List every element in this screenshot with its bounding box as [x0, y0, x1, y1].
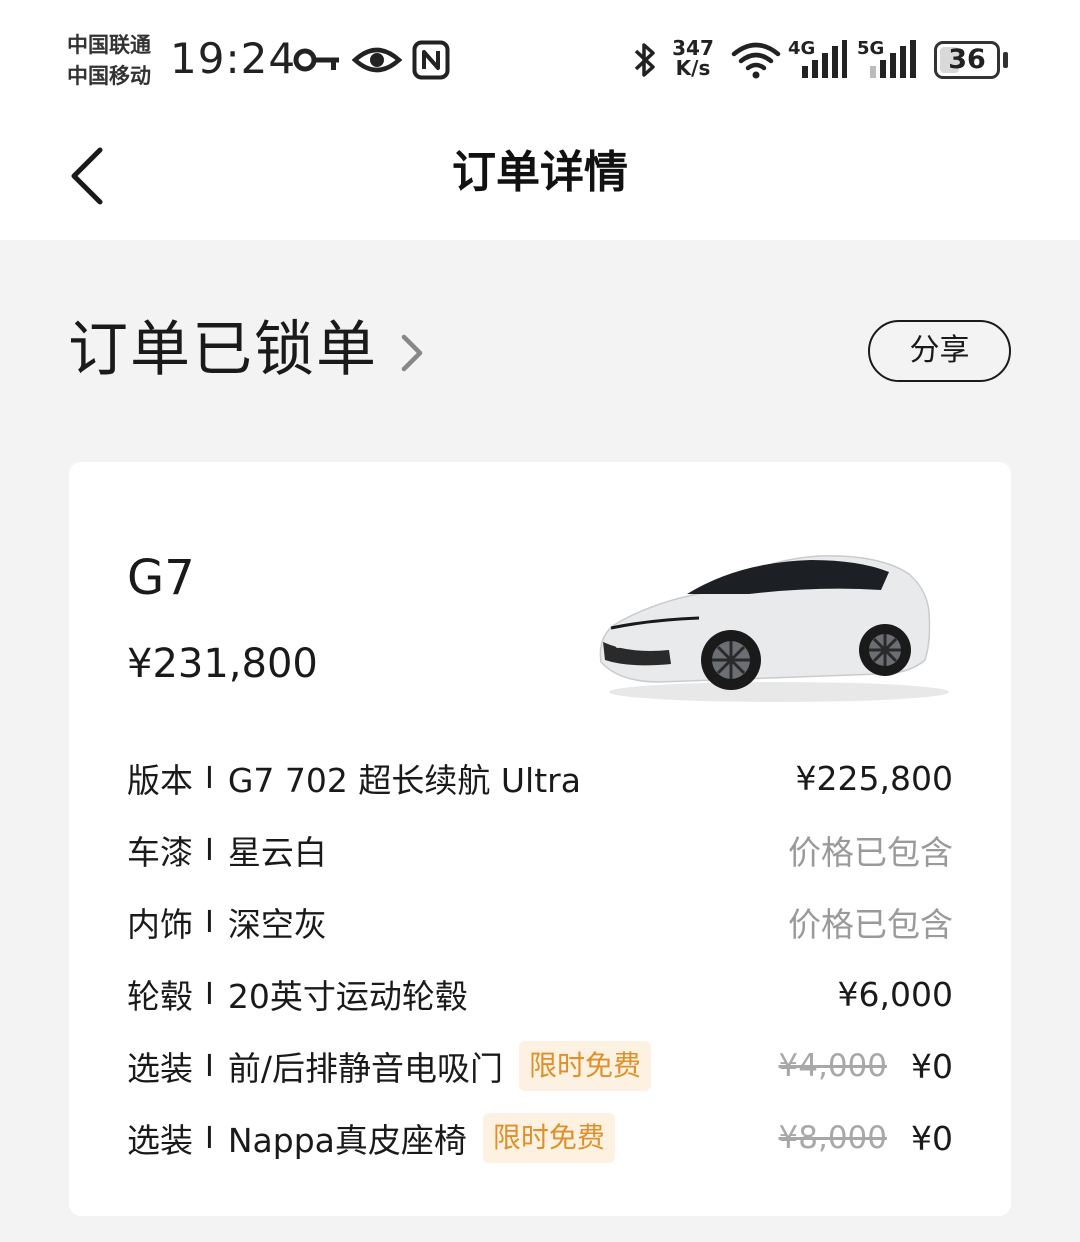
spec-price-group: 价格已包含 — [788, 898, 953, 946]
spec-category: 内饰 — [127, 905, 193, 944]
net-speed: 347 K/s — [670, 38, 716, 78]
back-button[interactable] — [60, 140, 120, 210]
spec-value: 20英寸运动轮毂 — [227, 977, 468, 1016]
wifi-icon — [731, 42, 781, 79]
eye-icon — [352, 47, 402, 73]
spec-row: 选装 I 前/后排静音电吸门 限时免费 ¥4,000 ¥0 — [127, 1036, 953, 1096]
spec-separator: I — [205, 976, 214, 1012]
spec-price: ¥6,000 — [837, 974, 953, 1014]
back-arrow-icon — [71, 147, 103, 205]
spec-row: 选装 I Nappa真皮座椅 限时免费 ¥8,000 ¥0 — [127, 1108, 953, 1168]
status-bar: 中国联通 中国移动 19:24 347 K/s 4G 5G 36 — [0, 0, 1080, 110]
spec-price-group: ¥225,800 — [796, 759, 953, 798]
spec-separator: I — [205, 760, 214, 796]
spec-category: 车漆 — [127, 833, 193, 872]
spec-separator: I — [205, 1048, 214, 1084]
spec-price: ¥225,800 — [795, 758, 953, 798]
net-speed-unit: K/s — [675, 56, 711, 80]
spec-price: ¥0 — [911, 1118, 953, 1158]
car-model: G7 — [127, 550, 195, 606]
spec-price-group: ¥4,000 ¥0 — [779, 1047, 953, 1086]
spec-category: 选装 — [127, 1121, 193, 1160]
spec-price: ¥0 — [911, 1046, 953, 1086]
order-status: 订单已锁单 — [68, 315, 378, 385]
chevron-right-icon — [401, 334, 423, 372]
order-card: G7 ¥231,800 G7 版本 I G7 702 超长续航 Ultra ¥225,… — [69, 462, 1011, 1216]
car-image: G7 — [599, 555, 949, 702]
battery-icon: 36 — [934, 41, 1000, 79]
spec-row: 内饰 I 深空灰 价格已包含 — [127, 892, 953, 952]
spec-value: 深空灰 — [227, 905, 327, 944]
carrier-labels: 中国联通 中国移动 — [67, 30, 167, 92]
share-button[interactable]: 分享 — [868, 320, 1011, 382]
nfc-icon — [412, 40, 450, 80]
signal-icon — [802, 40, 847, 78]
spec-category: 选装 — [127, 1049, 193, 1088]
net-speed-value: 347 — [672, 36, 714, 60]
order-status-link[interactable]: 订单已锁单 — [68, 310, 426, 390]
original-price: ¥8,000 — [778, 1120, 887, 1156]
spec-price-group: ¥6,000 — [838, 975, 953, 1014]
spec-category: 版本 — [127, 761, 193, 800]
spec-row: 车漆 I 星云白 价格已包含 — [127, 820, 953, 880]
spec-value: 前/后排静音电吸门 — [227, 1049, 503, 1088]
spec-price-group: 价格已包含 — [788, 826, 953, 874]
limited-free-badge: 限时免费 — [518, 1041, 651, 1091]
battery-level: 36 — [948, 44, 986, 75]
page-title: 订单详情 — [452, 147, 628, 198]
spec-value: 星云白 — [227, 833, 327, 872]
total-price: ¥231,800 — [127, 641, 318, 687]
spec-value: Nappa真皮座椅 — [227, 1121, 467, 1160]
car-badge-label: G7 — [615, 641, 628, 651]
status-time: 19:24 — [170, 34, 297, 83]
spec-row: 版本 I G7 702 超长续航 Ultra ¥225,800 — [127, 748, 953, 808]
key-icon — [293, 48, 339, 72]
carrier-2: 中国移动 — [67, 64, 151, 88]
spec-separator: I — [205, 904, 214, 940]
spec-row: 轮毂 I 20英寸运动轮毂 ¥6,000 — [127, 964, 953, 1024]
spec-price: 价格已包含 — [788, 833, 953, 872]
spec-price: 价格已包含 — [788, 905, 953, 944]
signal-icon — [870, 40, 916, 78]
battery-tip — [1003, 52, 1008, 68]
spec-separator: I — [205, 1120, 214, 1156]
original-price: ¥4,000 — [778, 1048, 887, 1084]
spec-category: 轮毂 — [127, 977, 193, 1016]
carrier-1: 中国联通 — [67, 33, 151, 57]
spec-separator: I — [205, 832, 214, 868]
limited-free-badge: 限时免费 — [482, 1113, 615, 1163]
spec-price-group: ¥8,000 ¥0 — [779, 1119, 953, 1158]
bluetooth-icon — [634, 43, 655, 77]
nav-bar: 订单详情 — [0, 110, 1080, 240]
spec-value: G7 702 超长续航 Ultra — [227, 761, 581, 800]
